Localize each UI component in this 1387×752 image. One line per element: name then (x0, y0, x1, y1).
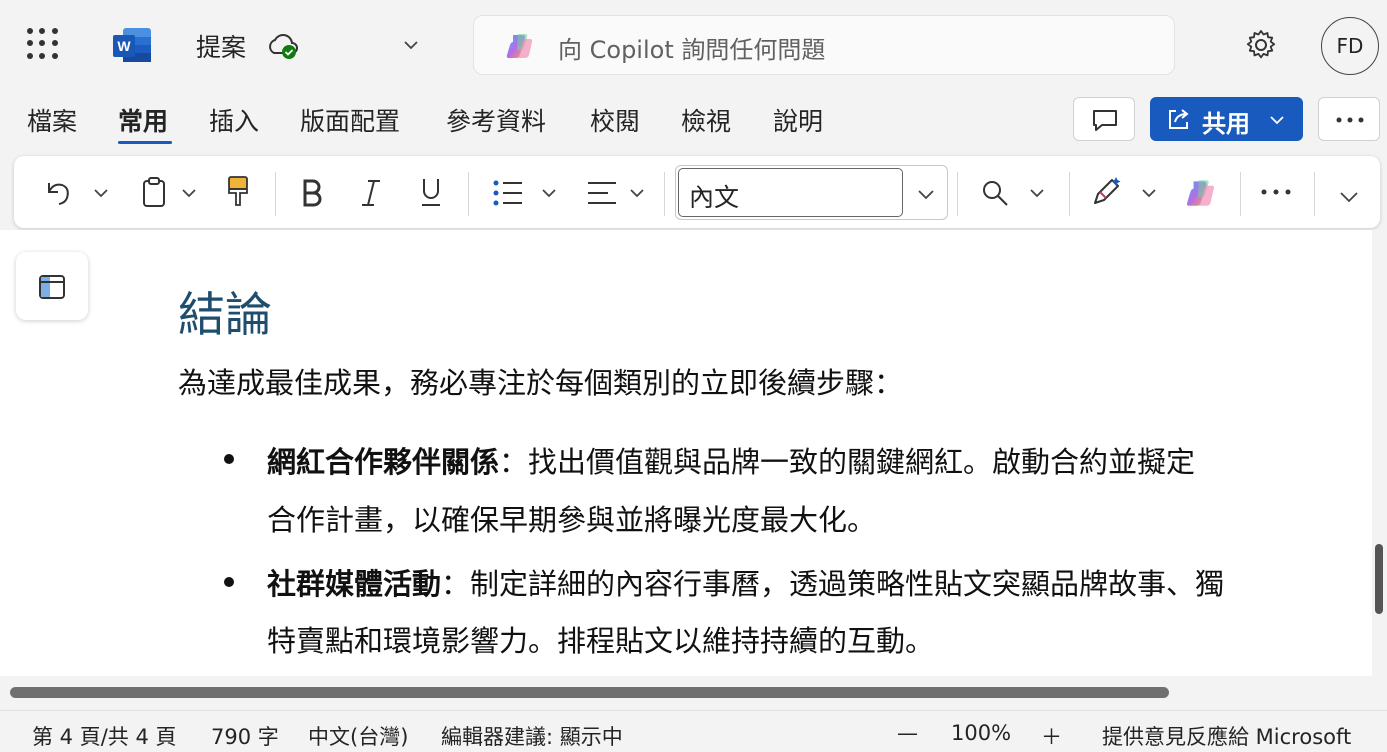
format-painter-icon[interactable] (226, 175, 250, 209)
zoom-level[interactable]: 100% (951, 721, 1011, 745)
toolbar-divider (957, 172, 958, 216)
tab-home[interactable]: 常用 (118, 102, 168, 138)
vertical-scroll-thumb[interactable] (1375, 544, 1383, 614)
chevron-down-icon[interactable] (402, 36, 420, 54)
comment-icon (1093, 110, 1117, 131)
list-item-continuation: 特賣點和環境影響力。排程貼文以維持持續的互動。 (267, 624, 935, 658)
clipboard-icon[interactable] (140, 176, 168, 208)
user-avatar[interactable]: FD (1321, 17, 1379, 75)
bullets-icon[interactable] (492, 178, 524, 208)
list-item-continuation: 合作計畫，以確保早期參與並將曝光度最大化。 (267, 503, 877, 537)
svg-text:W: W (117, 38, 131, 54)
more-options-button[interactable] (1318, 97, 1380, 141)
more-icon[interactable] (1260, 188, 1292, 196)
expand-ribbon-icon[interactable] (1338, 188, 1360, 206)
bullet-title: 網紅合作夥伴關係 (267, 445, 500, 479)
toolbar-divider (468, 172, 469, 216)
toolbar-divider (275, 172, 276, 216)
status-bar: 第 4 頁/共 4 頁 790 字 中文(台灣) 編輯器建議: 顯示中 — 10… (0, 710, 1387, 752)
navigation-pane-icon (39, 275, 65, 299)
share-button[interactable]: 共用 (1150, 97, 1303, 141)
align-icon[interactable] (586, 178, 618, 208)
chevron-down-icon[interactable] (1140, 184, 1158, 202)
tab-references[interactable]: 參考資料 (446, 102, 546, 138)
chevron-down-icon[interactable] (180, 184, 198, 202)
navigation-pane-button[interactable] (16, 252, 88, 320)
active-tab-indicator (118, 141, 172, 144)
settings-gear-icon[interactable] (1244, 28, 1278, 62)
tab-insert[interactable]: 插入 (209, 102, 259, 138)
intro-paragraph: 為達成最佳成果，務必專注於每個類別的立即後續步驟： (178, 366, 904, 400)
horizontal-scroll-thumb[interactable] (10, 687, 1169, 698)
italic-icon[interactable] (358, 178, 384, 208)
zoom-in-button[interactable]: ＋ (1041, 721, 1062, 751)
chevron-down-icon[interactable] (92, 184, 110, 202)
copilot-icon (506, 34, 533, 58)
bullet-marker (224, 577, 234, 587)
tab-layout[interactable]: 版面配置 (300, 102, 400, 138)
style-selector[interactable]: 內文 (675, 165, 948, 220)
tab-review[interactable]: 校閱 (590, 102, 640, 138)
share-label: 共用 (1202, 110, 1250, 138)
title-bar: W 提案 向 Copilot 詢問任何問題 FD (0, 0, 1387, 92)
chevron-down-icon[interactable] (628, 184, 646, 202)
ribbon-toolbar: 內文 (14, 156, 1380, 228)
underline-icon[interactable] (418, 176, 444, 208)
list-item: 社群媒體活動：制定詳細的內容行事曆，透過策略性貼文突顯品牌故事、獨 (267, 561, 1224, 603)
editor-suggestions-status[interactable]: 編輯器建議: 顯示中 (441, 721, 623, 751)
page-count[interactable]: 第 4 頁/共 4 頁 (32, 721, 177, 751)
more-icon (1336, 117, 1364, 123)
section-heading: 結論 (178, 288, 272, 343)
document-title[interactable]: 提案 (196, 28, 246, 64)
language-status[interactable]: 中文(台灣) (308, 721, 408, 751)
word-count[interactable]: 790 字 (211, 721, 279, 751)
zoom-out-button[interactable]: — (897, 721, 918, 745)
horizontal-scrollbar[interactable] (0, 676, 1387, 710)
chevron-down-icon[interactable] (1028, 184, 1046, 202)
toolbar-divider (1240, 172, 1241, 216)
style-input[interactable]: 內文 (678, 168, 903, 217)
editor-icon[interactable] (1090, 174, 1124, 208)
comments-button[interactable] (1073, 97, 1135, 141)
cloud-saved-icon[interactable] (266, 31, 300, 61)
list-item: 網紅合作夥伴關係：找出價值觀與品牌一致的關鍵網紅。啟動合約並擬定 (267, 439, 1195, 481)
bullet-text: ：制定詳細的內容行事曆，透過策略性貼文突顯品牌故事、獨 (441, 567, 1225, 601)
copilot-placeholder: 向 Copilot 詢問任何問題 (558, 36, 826, 64)
app-launcher-icon[interactable] (27, 28, 59, 60)
bullet-marker (224, 454, 234, 464)
feedback-link[interactable]: 提供意見反應給 Microsoft (1102, 721, 1351, 751)
copilot-icon[interactable] (1184, 176, 1218, 210)
chevron-down-icon (1270, 116, 1284, 125)
tab-file[interactable]: 檔案 (27, 102, 77, 138)
toolbar-divider (1314, 172, 1315, 216)
style-value: 內文 (689, 183, 740, 212)
chevron-down-icon[interactable] (916, 184, 936, 204)
undo-icon[interactable] (44, 178, 74, 208)
bullet-text: ：找出價值觀與品牌一致的關鍵網紅。啟動合約並擬定 (499, 445, 1196, 479)
find-icon[interactable] (980, 178, 1010, 208)
chevron-down-icon[interactable] (540, 184, 558, 202)
word-logo-icon[interactable]: W (113, 28, 151, 62)
bullet-title: 社群媒體活動 (267, 567, 442, 601)
bold-icon[interactable] (300, 178, 324, 208)
share-icon (1169, 109, 1189, 129)
toolbar-divider (664, 172, 665, 216)
tab-view[interactable]: 檢視 (681, 102, 731, 138)
document-canvas[interactable]: 結論 為達成最佳成果，務必專注於每個類別的立即後續步驟： 網紅合作夥伴關係：找出… (0, 230, 1387, 676)
copilot-search-box[interactable]: 向 Copilot 詢問任何問題 (473, 15, 1175, 75)
tab-help[interactable]: 說明 (773, 102, 823, 138)
toolbar-divider (1069, 172, 1070, 216)
